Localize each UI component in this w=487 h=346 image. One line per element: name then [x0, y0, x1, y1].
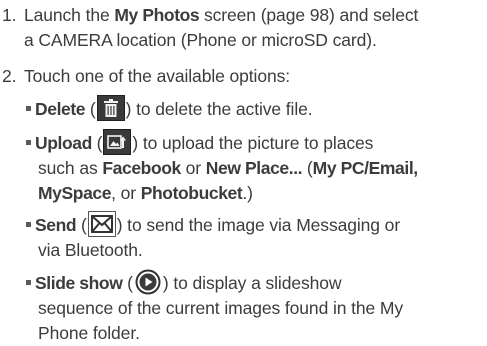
- play-icon: [134, 269, 162, 295]
- instruction-page: 1. Launch the My Photos screen (page 98)…: [0, 0, 487, 343]
- delete-label: Delete: [35, 99, 86, 119]
- step-1-text-after: screen (page 98) and select: [199, 5, 419, 25]
- envelope-icon: [87, 211, 116, 238]
- myspace-label: MySpace: [38, 183, 112, 203]
- upload-description: ) to upload the picture to places: [132, 133, 374, 153]
- upload-text: .): [242, 183, 253, 203]
- paren-open: (: [122, 273, 133, 293]
- send-description: ) to send the image via Messaging or: [116, 215, 401, 235]
- facebook-label: Facebook: [102, 158, 181, 178]
- upload-label: Upload: [35, 133, 92, 153]
- option-delete: Delete ( ) to delete the active file.: [24, 95, 487, 122]
- upload-text: (: [302, 158, 313, 178]
- slideshow-description: ) to display a slideshow: [162, 273, 342, 293]
- photobucket-label: Photobucket: [140, 183, 243, 203]
- step-1-text-line2: a CAMERA location (Phone or microSD card…: [24, 30, 377, 50]
- step-text: Touch one of the available options:: [24, 66, 290, 86]
- step-number: 1.: [2, 5, 17, 25]
- option-send: Send ( ) to send the image via Messaging…: [24, 211, 487, 263]
- my-photos-label: My Photos: [114, 5, 200, 25]
- slideshow-line-2: sequence of the current images found in …: [38, 298, 404, 318]
- slideshow-label: Slide show: [35, 273, 123, 293]
- paren-open: (: [85, 99, 96, 119]
- paren-open: (: [91, 133, 103, 153]
- upload-line-2: such as Facebook or New Place... (My PC/…: [24, 156, 487, 181]
- new-place-label: New Place...: [205, 158, 303, 178]
- bullet: [26, 222, 31, 228]
- bullet: [26, 140, 31, 146]
- upload-icon: [103, 129, 132, 156]
- slideshow-line-3: Phone folder.: [38, 323, 140, 343]
- upload-line-3: MySpace, or Photobucket.): [24, 181, 487, 206]
- bullet: [26, 106, 31, 112]
- option-slideshow: Slide show ( ) to display a slideshow se…: [24, 269, 487, 346]
- option-upload: Upload ( ) to upload the picture to plac…: [24, 129, 487, 206]
- upload-text: ,: [413, 158, 418, 178]
- trash-icon: [96, 95, 125, 122]
- bullet: [26, 280, 31, 286]
- upload-text: such as: [38, 158, 103, 178]
- delete-description: ) to delete the active file.: [125, 99, 313, 119]
- step-number: 2.: [2, 66, 17, 86]
- step-text: Launch the My Photos screen (page 98) an…: [24, 3, 486, 53]
- my-pc-email-label: My PC/Email: [312, 158, 414, 178]
- upload-text: or: [180, 158, 206, 178]
- upload-text: , or: [111, 183, 141, 203]
- send-label: Send: [35, 215, 77, 235]
- step-1-text-before: Launch the: [24, 5, 115, 25]
- send-line-2: via Bluetooth.: [38, 240, 143, 260]
- paren-open: (: [76, 215, 87, 235]
